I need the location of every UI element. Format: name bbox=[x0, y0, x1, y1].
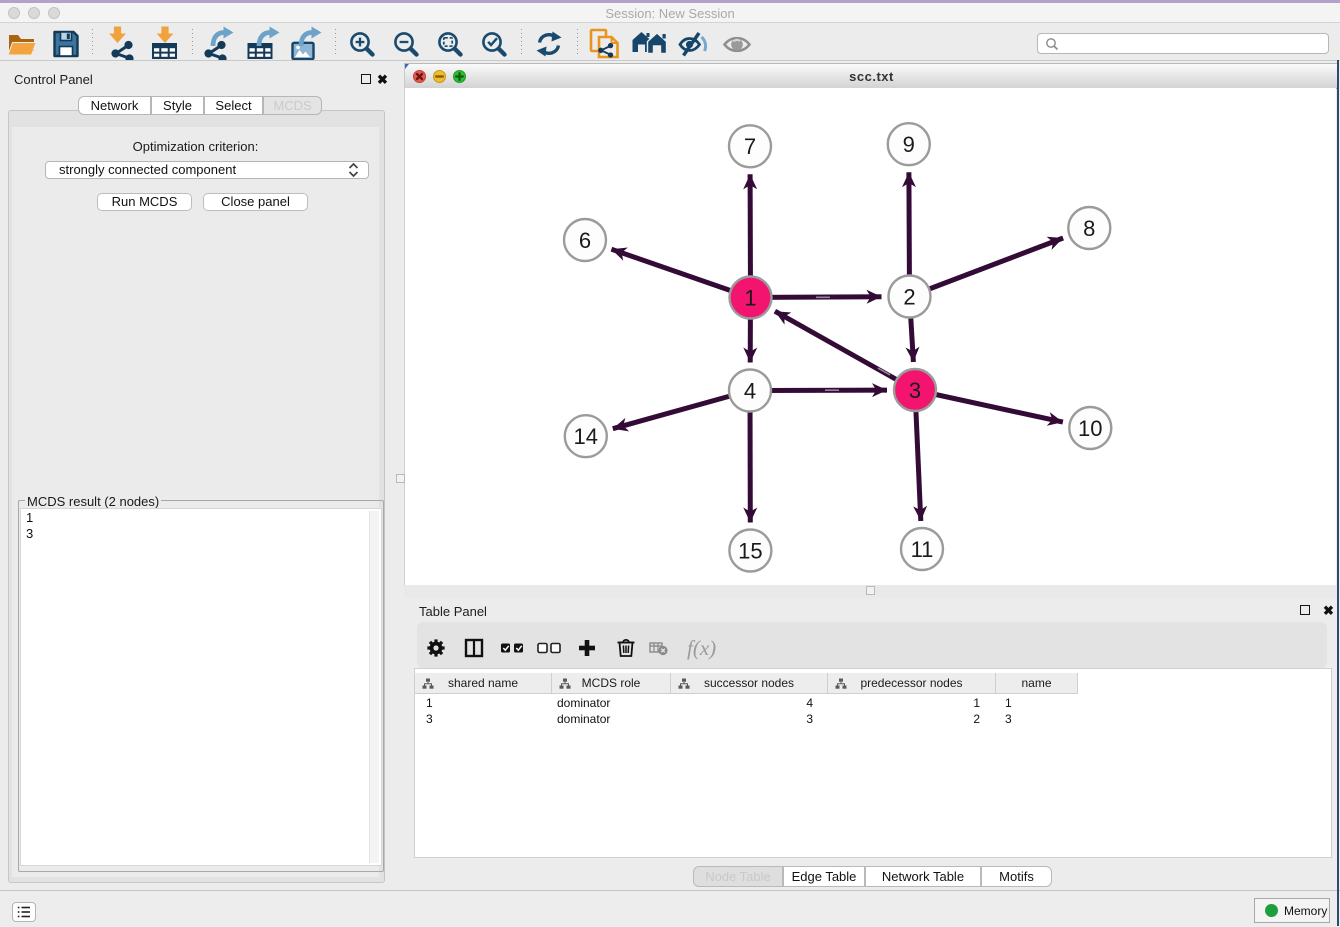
svg-text:9: 9 bbox=[903, 132, 915, 157]
svg-text:15: 15 bbox=[738, 538, 762, 563]
svg-text:11: 11 bbox=[911, 537, 934, 562]
svg-text:4: 4 bbox=[744, 378, 756, 403]
svg-text:8: 8 bbox=[1083, 216, 1095, 241]
svg-text:6: 6 bbox=[579, 228, 591, 253]
svg-text:14: 14 bbox=[574, 424, 598, 449]
svg-text:f(x): f(x) bbox=[687, 636, 716, 660]
svg-text:3: 3 bbox=[909, 378, 921, 403]
svg-text:10: 10 bbox=[1078, 416, 1102, 441]
svg-text:1: 1 bbox=[744, 285, 756, 310]
svg-text:2: 2 bbox=[903, 284, 915, 309]
svg-text:7: 7 bbox=[744, 134, 756, 159]
